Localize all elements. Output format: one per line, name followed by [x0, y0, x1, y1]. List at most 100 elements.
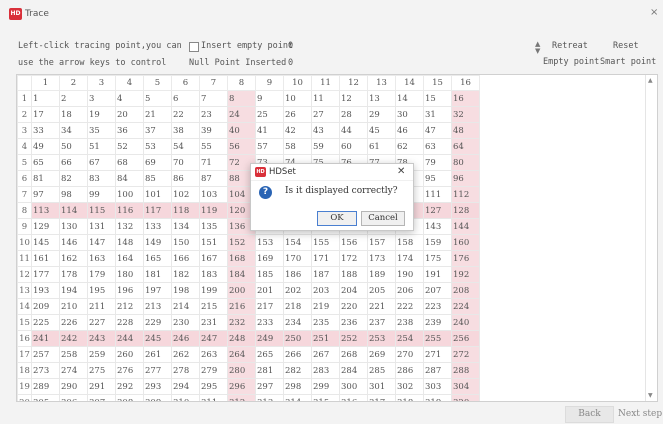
tracing-point-cell[interactable]: 119 [199, 202, 228, 219]
tracing-point-cell[interactable]: 202 [283, 282, 312, 299]
tracing-point-cell[interactable]: 279 [199, 362, 228, 379]
tracing-point-cell[interactable]: 149 [143, 234, 172, 251]
tracing-point-cell[interactable]: 226 [59, 314, 88, 331]
tracing-point-cell[interactable]: 193 [31, 282, 60, 299]
tracing-point-cell[interactable]: 29 [367, 106, 396, 123]
tracing-point-cell[interactable]: 82 [59, 170, 88, 187]
tracing-point-cell[interactable]: 308 [115, 394, 144, 401]
tracing-point-cell[interactable]: 156 [339, 234, 368, 251]
tracing-point-cell[interactable]: 293 [143, 378, 172, 395]
tracing-point-cell[interactable]: 66 [59, 154, 88, 171]
tracing-point-cell[interactable]: 223 [423, 298, 452, 315]
tracing-point-cell[interactable]: 287 [423, 362, 452, 379]
tracing-point-cell[interactable]: 3 [87, 90, 116, 107]
tracing-point-cell[interactable]: 116 [115, 202, 144, 219]
tracing-point-cell[interactable]: 311 [199, 394, 228, 401]
insert-empty-point-checkbox[interactable] [189, 42, 199, 52]
tracing-point-cell[interactable]: 171 [311, 250, 340, 267]
tracing-point-cell[interactable]: 231 [199, 314, 228, 331]
tracing-point-cell[interactable]: 161 [31, 250, 60, 267]
tracing-point-cell[interactable]: 152 [227, 234, 256, 251]
tracing-point-cell[interactable]: 244 [115, 330, 144, 347]
tracing-point-cell[interactable]: 252 [339, 330, 368, 347]
tracing-point-cell[interactable]: 7 [199, 90, 228, 107]
ok-button[interactable]: OK [317, 211, 357, 226]
tracing-point-cell[interactable]: 224 [451, 298, 480, 315]
tracing-point-cell[interactable]: 45 [367, 122, 396, 139]
tracing-point-cell[interactable]: 250 [283, 330, 312, 347]
tracing-point-cell[interactable]: 84 [115, 170, 144, 187]
tracing-point-cell[interactable]: 111 [423, 186, 452, 203]
tracing-point-cell[interactable]: 187 [311, 266, 340, 283]
tracing-point-cell[interactable]: 35 [87, 122, 116, 139]
tracing-point-cell[interactable]: 232 [227, 314, 256, 331]
tracing-point-cell[interactable]: 30 [395, 106, 424, 123]
tracing-point-cell[interactable]: 79 [423, 154, 452, 171]
tracing-point-cell[interactable]: 233 [255, 314, 284, 331]
reset-button[interactable]: Reset [613, 40, 639, 52]
tracing-point-cell[interactable]: 21 [143, 106, 172, 123]
tracing-point-cell[interactable]: 298 [283, 378, 312, 395]
tracing-point-cell[interactable]: 247 [199, 330, 228, 347]
tracing-point-cell[interactable]: 6 [171, 90, 200, 107]
tracing-point-cell[interactable]: 47 [423, 122, 452, 139]
tracing-point-cell[interactable]: 211 [87, 298, 116, 315]
tracing-point-cell[interactable]: 11 [311, 90, 340, 107]
tracing-point-cell[interactable]: 174 [395, 250, 424, 267]
tracing-point-cell[interactable]: 220 [339, 298, 368, 315]
tracing-point-cell[interactable]: 62 [395, 138, 424, 155]
tracing-point-cell[interactable]: 41 [255, 122, 284, 139]
tracing-point-cell[interactable]: 169 [255, 250, 284, 267]
tracing-point-cell[interactable]: 317 [367, 394, 396, 401]
tracing-point-cell[interactable]: 112 [451, 186, 480, 203]
scroll-up-icon[interactable]: ▲ [648, 77, 653, 84]
tracing-point-cell[interactable]: 69 [143, 154, 172, 171]
tracing-point-cell[interactable]: 234 [283, 314, 312, 331]
tracing-point-cell[interactable]: 229 [143, 314, 172, 331]
tracing-point-cell[interactable]: 27 [311, 106, 340, 123]
tracing-point-cell[interactable]: 245 [143, 330, 172, 347]
tracing-point-cell[interactable]: 129 [31, 218, 60, 235]
tracing-point-cell[interactable]: 54 [171, 138, 200, 155]
tracing-point-cell[interactable]: 87 [199, 170, 228, 187]
tracing-point-cell[interactable]: 127 [423, 202, 452, 219]
tracing-point-cell[interactable]: 28 [339, 106, 368, 123]
tracing-point-cell[interactable]: 195 [87, 282, 116, 299]
tracing-point-cell[interactable]: 68 [115, 154, 144, 171]
tracing-point-cell[interactable]: 22 [171, 106, 200, 123]
tracing-point-cell[interactable]: 276 [115, 362, 144, 379]
tracing-point-cell[interactable]: 275 [87, 362, 116, 379]
tracing-point-cell[interactable]: 184 [227, 266, 256, 283]
tracing-point-cell[interactable]: 214 [171, 298, 200, 315]
vertical-scrollbar[interactable]: ▲ ▼ [645, 75, 657, 401]
tracing-point-cell[interactable]: 207 [423, 282, 452, 299]
tracing-point-cell[interactable]: 216 [227, 298, 256, 315]
tracing-point-cell[interactable]: 146 [59, 234, 88, 251]
tracing-point-cell[interactable]: 310 [171, 394, 200, 401]
tracing-point-cell[interactable]: 297 [255, 378, 284, 395]
tracing-point-cell[interactable]: 49 [31, 138, 60, 155]
tracing-point-cell[interactable]: 294 [171, 378, 200, 395]
tracing-point-cell[interactable]: 280 [227, 362, 256, 379]
tracing-point-cell[interactable]: 19 [87, 106, 116, 123]
tracing-point-cell[interactable]: 114 [59, 202, 88, 219]
tracing-point-cell[interactable]: 18 [59, 106, 88, 123]
tracing-point-cell[interactable]: 167 [199, 250, 228, 267]
tracing-point-cell[interactable]: 292 [115, 378, 144, 395]
tracing-point-cell[interactable]: 46 [395, 122, 424, 139]
tracing-point-cell[interactable]: 235 [311, 314, 340, 331]
window-close-button[interactable]: × [650, 6, 658, 20]
tracing-point-cell[interactable]: 67 [87, 154, 116, 171]
tracing-point-cell[interactable]: 164 [115, 250, 144, 267]
tracing-point-cell[interactable]: 283 [311, 362, 340, 379]
tracing-point-cell[interactable]: 51 [87, 138, 116, 155]
tracing-point-cell[interactable]: 249 [255, 330, 284, 347]
tracing-point-cell[interactable]: 42 [283, 122, 312, 139]
tracing-point-cell[interactable]: 52 [115, 138, 144, 155]
tracing-point-cell[interactable]: 44 [339, 122, 368, 139]
tracing-point-cell[interactable]: 261 [143, 346, 172, 363]
tracing-point-cell[interactable]: 70 [171, 154, 200, 171]
tracing-point-cell[interactable]: 274 [59, 362, 88, 379]
tracing-point-cell[interactable]: 230 [171, 314, 200, 331]
tracing-point-cell[interactable]: 34 [59, 122, 88, 139]
